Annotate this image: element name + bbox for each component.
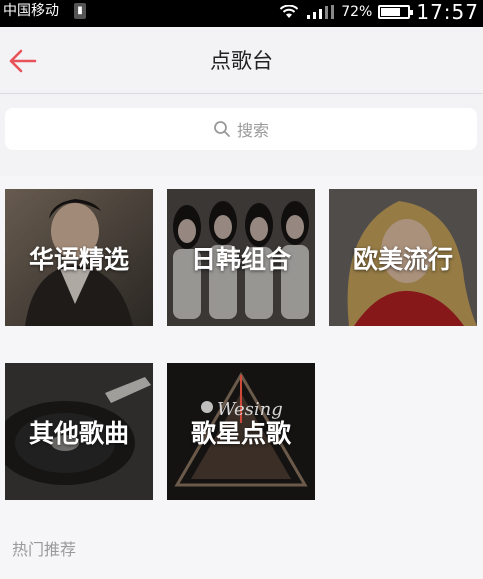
category-tile-other[interactable]: 其他歌曲 [5, 363, 153, 500]
battery-percent: 72% [341, 4, 373, 20]
category-label: 其他歌曲 [28, 418, 129, 448]
category-grid: 华语精选 日韩组合 欧美流行 其他歌曲 Wesing 歌星点歌 [0, 176, 483, 579]
search-placeholder: 搜索 [236, 121, 269, 140]
search-icon [214, 121, 230, 137]
search-input[interactable]: 搜索 [5, 108, 477, 150]
search-section: 搜索 [0, 94, 483, 176]
category-tile-jpkr[interactable]: 日韩组合 [167, 189, 315, 326]
category-label: 日韩组合 [190, 244, 291, 274]
battery-fill [381, 8, 401, 16]
category-tile-singer[interactable]: Wesing 歌星点歌 [167, 363, 315, 500]
page-title: 点歌台 [210, 49, 273, 73]
category-label: 欧美流行 [352, 244, 453, 274]
category-tile-chinese[interactable]: 华语精选 [5, 189, 153, 326]
signal-icon [307, 5, 335, 19]
category-label: 歌星点歌 [190, 418, 291, 448]
usb-icon: ▮ [74, 3, 86, 19]
clock: 17:57 [416, 0, 479, 24]
battery-icon [378, 5, 414, 19]
top-bar: 点歌台 [0, 27, 483, 94]
status-bar: 中国移动 ▮ 72% 17:57 [0, 0, 483, 27]
wifi-icon [280, 5, 299, 18]
category-tile-western[interactable]: 欧美流行 [329, 189, 477, 326]
category-label: 华语精选 [28, 244, 129, 274]
section-title-hot: 热门推荐 [12, 540, 77, 559]
carrier-label: 中国移动 [3, 3, 59, 19]
status-icons: 72% 17:57 [279, 0, 479, 24]
